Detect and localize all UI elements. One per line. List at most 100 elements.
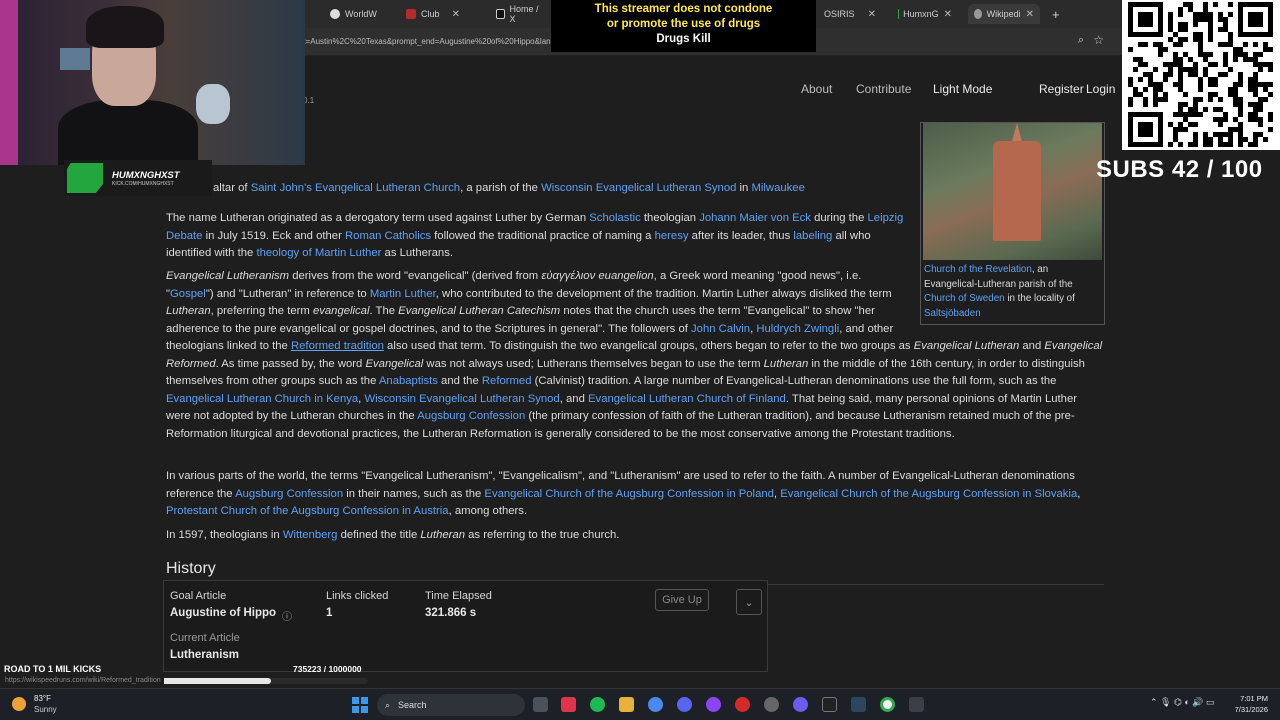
qr-module [1268,92,1273,97]
browser-tab[interactable]: Club ✕ [400,4,466,24]
qr-module [1193,32,1198,37]
new-tab-icon[interactable]: + [1046,4,1066,24]
article-link-hovered[interactable]: Reformed tradition [291,340,384,352]
task-view-icon[interactable] [533,697,548,712]
qr-module [1128,97,1133,102]
light-mode-toggle[interactable]: Light Mode [933,82,992,96]
article-link[interactable]: heresy [655,230,689,242]
chevron-down-icon[interactable]: ⌄ [736,589,762,615]
terminal-icon[interactable] [822,697,837,712]
browser-icon[interactable] [880,697,895,712]
close-tab-icon[interactable]: ✕ [944,9,952,20]
article-link[interactable]: Reformed [482,375,532,387]
caption-link[interactable]: Saltsjöbaden [924,308,981,319]
text: as Lutherans. [381,247,453,259]
article-link[interactable]: Evangelical Church of the Augsburg Confe… [780,488,1077,500]
article-link[interactable]: Protestant Church of the Augsburg Confes… [166,505,449,517]
windows-start-icon[interactable] [352,697,368,713]
article-link[interactable]: Martin Luther [370,288,436,300]
caption-link[interactable]: Church of Sweden [924,293,1005,304]
browser-tab-active[interactable]: Wikipedi ✕ [968,4,1040,24]
browser-tab[interactable]: Home / X [490,4,546,24]
article-link[interactable]: Evangelical Lutheran Church in Kenya [166,393,358,405]
give-up-button[interactable]: Give Up [655,589,709,611]
article-link[interactable]: Anabaptists [379,375,438,387]
browser-tab[interactable]: WorldW [324,4,394,24]
article-link[interactable]: Wisconsin Evangelical Lutheran Synod [364,393,559,405]
music-app-icon[interactable] [561,697,576,712]
article-link[interactable]: Wittenberg [283,529,338,541]
info-icon[interactable]: ⓘ [282,608,292,623]
qr-module [1183,127,1188,132]
article-link[interactable]: Milwaukee [751,182,804,194]
weather-sun-icon[interactable] [12,697,26,711]
qr-module [1208,142,1213,147]
qr-module [1193,17,1198,22]
text: defined the title [337,529,421,541]
url-text[interactable]: tart=Austin%2C%20Texas&prompt_end=August… [294,37,569,46]
qr-module [1143,87,1148,92]
article-link[interactable]: Johann Maier von Eck [699,212,811,224]
file-explorer-icon[interactable] [619,697,634,712]
app-icon[interactable] [793,697,808,712]
article-link[interactable]: Evangelical Church of the Augsburg Confe… [484,488,774,500]
qr-module [1228,87,1233,92]
article-link[interactable]: theology of Martin Luther [256,247,381,259]
close-tab-icon[interactable]: ✕ [1026,9,1034,20]
article-link[interactable]: Wisconsin Evangelical Lutheran Synod [541,182,736,194]
app-window-icon[interactable] [909,697,924,712]
qr-module [1243,57,1248,62]
login-link[interactable]: Login [1086,82,1115,96]
webcam-feed [0,0,305,165]
article-link[interactable]: John Calvin [691,323,750,335]
zoom-icon[interactable]: ⌕ [1078,34,1084,47]
clock-time[interactable]: 7:01 PM [1238,694,1268,703]
qr-module [1213,2,1218,7]
qr-module [1213,82,1218,87]
article-link[interactable]: Augsburg Confession [235,488,343,500]
qr-module [1178,27,1183,32]
qr-module [1253,102,1258,107]
article-link[interactable]: Scholastic [589,212,641,224]
qr-module [1258,62,1263,67]
qr-module [1223,132,1228,137]
qr-module [1238,142,1243,147]
qr-module [1173,132,1178,137]
nav-about-link[interactable]: About [801,82,832,96]
caption-link[interactable]: Church of the Revelation [924,264,1032,275]
system-tray-icons[interactable]: ⌃ 🎙 ⌬ ◐ 🔊 ▭ [1150,697,1214,708]
church-photo[interactable] [923,123,1102,260]
settings-gear-icon[interactable] [764,697,779,712]
close-tab-icon[interactable]: ✕ [452,9,460,20]
taskbar-search-box[interactable]: ⌕ Search [377,694,525,716]
qr-module [1138,77,1143,82]
browser-tab[interactable]: HumxnG ✕ [892,4,958,24]
qr-module [1168,37,1173,42]
weather-temperature[interactable]: 83°F [34,694,51,703]
bookmark-star-icon[interactable]: ☆ [1093,33,1104,47]
spotify-icon[interactable] [590,697,605,712]
obs-record-icon[interactable] [735,697,750,712]
article-link[interactable]: Huldrych Zwingli [756,323,839,335]
qr-module [1158,82,1163,87]
discord-icon[interactable] [677,697,692,712]
article-link[interactable]: Evangelical Lutheran Church of Finland [588,393,786,405]
links-clicked-value: 1 [326,607,333,619]
article-link[interactable]: labeling [793,230,832,242]
article-link[interactable]: Roman Catholics [345,230,431,242]
article-paragraph: The name Lutheran originated as a deroga… [166,210,912,263]
twitch-icon[interactable] [706,697,721,712]
clock-date[interactable]: 7/31/2026 [1226,705,1268,714]
chrome-icon[interactable] [648,697,663,712]
article-link[interactable]: Gospel [170,288,206,300]
article-link[interactable]: Saint John's Evangelical Lutheran Church [251,182,460,194]
weather-description[interactable]: Sunny [34,705,57,714]
close-tab-icon[interactable]: ✕ [868,9,876,20]
article-link[interactable]: Augsburg Confession [417,410,525,422]
register-link[interactable]: Register [1039,82,1084,96]
qr-module [1178,82,1183,87]
browser-tab[interactable]: OSIRIS ✕ [818,4,882,24]
steam-icon[interactable] [851,697,866,712]
nav-contribute-link[interactable]: Contribute [856,82,911,96]
disclaimer-line: or promote the use of drugs [606,18,761,30]
